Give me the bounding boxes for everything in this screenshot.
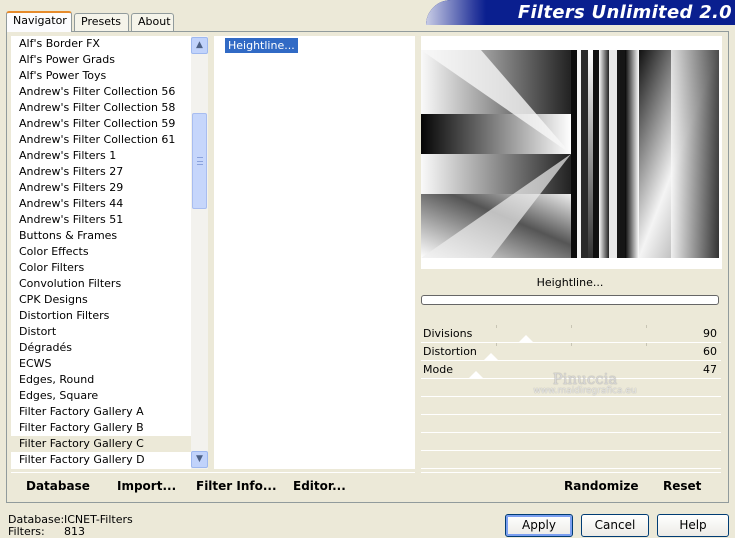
import-button[interactable]: Import... bbox=[117, 479, 176, 493]
filter-category-item[interactable]: Filter Factory Gallery A bbox=[11, 404, 191, 420]
filter-list[interactable]: Heightline... bbox=[214, 36, 415, 469]
chevron-down-icon: ▼ bbox=[196, 454, 203, 464]
filter-category-item[interactable]: Filter Factory Gallery C bbox=[11, 436, 191, 452]
filter-category-item[interactable]: Alf's Power Toys bbox=[11, 68, 191, 84]
app-title: Filters Unlimited 2.0 bbox=[517, 2, 732, 23]
filter-category-item[interactable]: Edges, Square bbox=[11, 388, 191, 404]
cancel-button[interactable]: Cancel bbox=[581, 514, 649, 537]
slider-tick bbox=[496, 325, 497, 328]
editor-button[interactable]: Editor... bbox=[293, 479, 346, 493]
tab-navigator[interactable]: Navigator bbox=[6, 11, 72, 32]
param-label: Mode bbox=[423, 363, 453, 376]
slider-handle[interactable] bbox=[483, 353, 499, 361]
slider-tick bbox=[496, 343, 497, 346]
filter-category-item[interactable]: Dégradés bbox=[11, 340, 191, 356]
tab-presets[interactable]: Presets bbox=[74, 13, 129, 31]
reset-button[interactable]: Reset bbox=[663, 479, 701, 493]
preview-image bbox=[421, 50, 719, 258]
filter-category-item[interactable]: Andrew's Filters 29 bbox=[11, 180, 191, 196]
randomize-button[interactable]: Randomize bbox=[564, 479, 638, 493]
param-row-distortion[interactable]: Distortion 60 bbox=[421, 343, 721, 361]
filter-category-item[interactable]: ECWS bbox=[11, 356, 191, 372]
watermark: Pinuccia www.maidiregrafica.eu bbox=[505, 370, 665, 396]
watermark-url: www.maidiregrafica.eu bbox=[533, 386, 637, 396]
filter-category-item[interactable]: Andrew's Filters 44 bbox=[11, 196, 191, 212]
filter-category-item[interactable]: Distort bbox=[11, 324, 191, 340]
param-row-empty bbox=[421, 397, 721, 415]
filter-category-item[interactable]: Filter Factory Gallery B bbox=[11, 420, 191, 436]
grip-icon bbox=[197, 157, 203, 165]
param-value: 60 bbox=[703, 345, 717, 358]
progress-bar bbox=[421, 295, 719, 305]
filter-category-items: Alf's Border FX Alf's Power Grads Alf's Po… bbox=[11, 36, 191, 468]
help-button[interactable]: Help bbox=[657, 514, 729, 537]
filter-category-item[interactable]: Filter Factory Gallery D bbox=[11, 452, 191, 468]
filter-category-item[interactable]: Andrew's Filter Collection 59 bbox=[11, 116, 191, 132]
param-action-bar: Randomize Reset bbox=[421, 472, 721, 498]
header-banner: Filters Unlimited 2.0 bbox=[426, 0, 735, 25]
filter-category-item[interactable]: Convolution Filters bbox=[11, 276, 191, 292]
filter-category-item[interactable]: Buttons & Frames bbox=[11, 228, 191, 244]
parameter-panel: Divisions 90 Distortion 60 Mode 47 bbox=[421, 325, 721, 469]
filter-category-item[interactable]: Andrew's Filters 51 bbox=[11, 212, 191, 228]
filter-category-list[interactable]: Alf's Border FX Alf's Power Grads Alf's Po… bbox=[11, 36, 208, 469]
filter-category-item[interactable]: Andrew's Filter Collection 61 bbox=[11, 132, 191, 148]
filter-category-item[interactable]: Andrew's Filter Collection 56 bbox=[11, 84, 191, 100]
apply-button[interactable]: Apply bbox=[505, 514, 573, 537]
filters-label: Filters: bbox=[8, 525, 45, 538]
param-value: 47 bbox=[703, 363, 717, 376]
slider-tick bbox=[571, 343, 572, 346]
slider-handle[interactable] bbox=[518, 335, 534, 343]
filter-category-item[interactable]: Andrew's Filters 1 bbox=[11, 148, 191, 164]
scroll-up-button[interactable]: ▲ bbox=[191, 37, 208, 54]
filter-list-scrollbar[interactable]: ▲ ▼ bbox=[191, 36, 208, 469]
param-row-empty bbox=[421, 451, 721, 469]
filter-category-item[interactable]: Alf's Border FX bbox=[11, 36, 191, 52]
param-value: 90 bbox=[703, 327, 717, 340]
filter-category-item[interactable]: Andrew's Filter Collection 58 bbox=[11, 100, 191, 116]
filter-info-button[interactable]: Filter Info... bbox=[196, 479, 277, 493]
slider-tick bbox=[646, 343, 647, 346]
filter-category-item[interactable]: Color Filters bbox=[11, 260, 191, 276]
chevron-up-icon: ▲ bbox=[196, 40, 203, 50]
slider-handle[interactable] bbox=[468, 371, 484, 379]
param-label: Divisions bbox=[423, 327, 473, 340]
filter-item-heightline[interactable]: Heightline... bbox=[225, 38, 298, 53]
param-row-empty bbox=[421, 415, 721, 433]
database-info: Database:ICNET-Filters Filters: 813 bbox=[8, 514, 133, 538]
preview-pattern-graphic bbox=[421, 50, 719, 258]
filter-category-item[interactable]: Andrew's Filters 27 bbox=[11, 164, 191, 180]
filter-category-item[interactable]: Distortion Filters bbox=[11, 308, 191, 324]
selected-filter-name: Heightline... bbox=[536, 276, 604, 289]
slider-tick bbox=[571, 325, 572, 328]
scroll-thumb[interactable] bbox=[192, 113, 207, 209]
param-row-divisions[interactable]: Divisions 90 bbox=[421, 325, 721, 343]
filter-category-item[interactable]: Edges, Round bbox=[11, 372, 191, 388]
filter-category-item[interactable]: CPK Designs bbox=[11, 292, 191, 308]
param-row-empty bbox=[421, 433, 721, 451]
filter-category-item[interactable]: Color Effects bbox=[11, 244, 191, 260]
list-action-bar: Database Import... Filter Info... Editor… bbox=[11, 472, 415, 498]
database-button[interactable]: Database bbox=[26, 479, 90, 493]
param-label: Distortion bbox=[423, 345, 477, 358]
filters-count: 813 bbox=[64, 525, 85, 538]
filter-category-item[interactable]: Alf's Power Grads bbox=[11, 52, 191, 68]
slider-tick bbox=[646, 325, 647, 328]
tab-about[interactable]: About bbox=[131, 13, 174, 31]
scroll-down-button[interactable]: ▼ bbox=[191, 451, 208, 468]
